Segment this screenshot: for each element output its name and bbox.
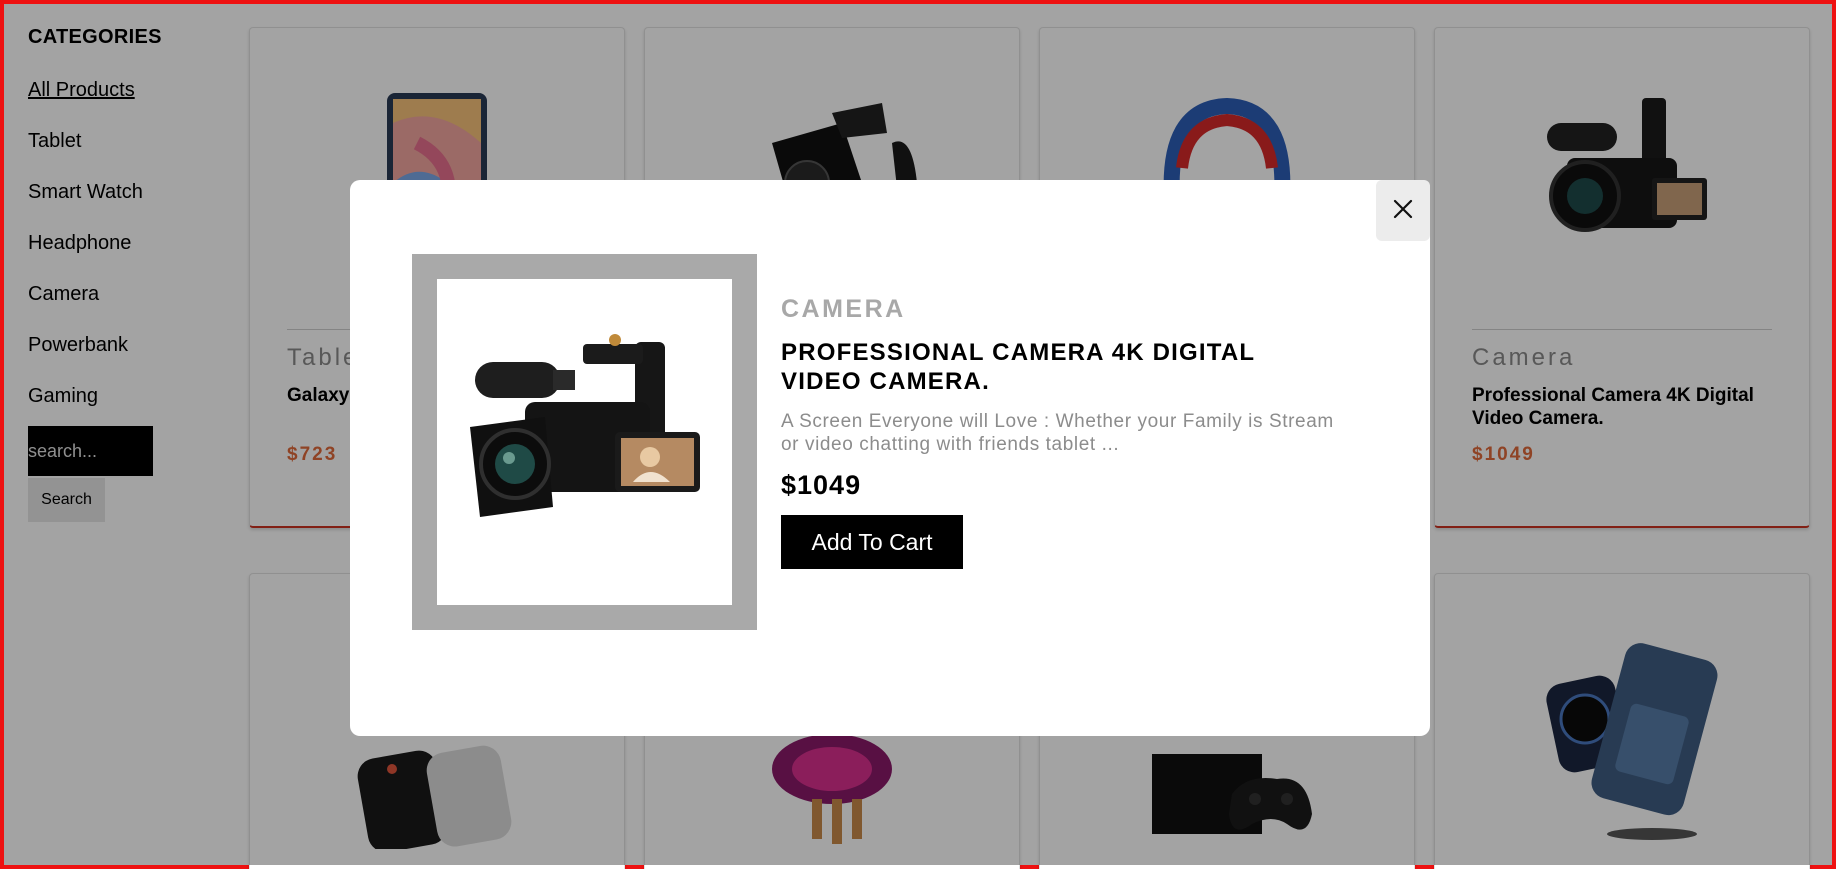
close-modal-button[interactable]: [1376, 180, 1430, 241]
modal-category: CAMERA: [781, 295, 906, 323]
quick-view-modal: CAMERA PROFESSIONAL CAMERA 4K DIGITAL VI…: [350, 180, 1430, 736]
modal-product-info: CAMERA PROFESSIONAL CAMERA 4K DIGITAL VI…: [781, 295, 1341, 569]
modal-image-frame: [412, 254, 757, 630]
modal-product-title: PROFESSIONAL CAMERA 4K DIGITAL VIDEO CAM…: [781, 339, 1255, 395]
add-to-cart-button[interactable]: Add To Cart: [781, 515, 963, 569]
modal-price: $1049: [781, 470, 862, 500]
close-icon: [1392, 198, 1414, 223]
modal-description: A Screen Everyone will Love : Whether yo…: [781, 411, 1334, 455]
camera-image: [437, 279, 732, 605]
